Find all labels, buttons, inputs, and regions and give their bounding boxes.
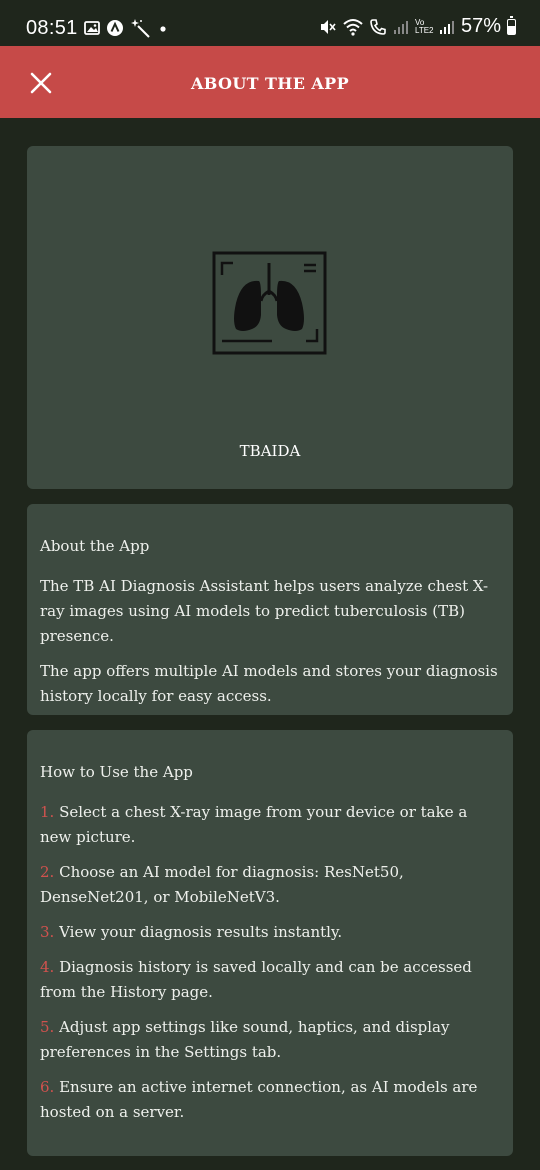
dot-icon <box>160 26 166 32</box>
step-text: Ensure an active internet connection, as… <box>40 1078 478 1121</box>
about-paragraph: The app offers multiple AI models and st… <box>40 662 498 705</box>
assistant-icon <box>107 20 123 36</box>
system-icons: Vo LTE2 57% <box>319 15 516 38</box>
signal-icon <box>439 20 454 34</box>
step-number: 6. <box>40 1078 55 1096</box>
step-number: 5. <box>40 1018 55 1036</box>
step-item: 1. Select a chest X-ray image from your … <box>40 800 500 850</box>
step-text: Diagnosis history is saved locally and c… <box>40 958 472 1001</box>
status-bar: 08:51 Vo LTE2 57% <box>0 0 540 46</box>
how-to-title: How to Use the App <box>40 763 193 781</box>
step-text: Adjust app settings like sound, haptics,… <box>40 1018 450 1061</box>
page-title: ABOUT THE APP <box>190 74 350 93</box>
wifi-icon <box>343 18 363 36</box>
step-number: 3. <box>40 923 55 941</box>
notification-icons <box>84 18 168 38</box>
network-label: Vo LTE2 <box>414 17 434 35</box>
gallery-icon <box>84 21 100 35</box>
call-icon <box>370 18 386 35</box>
app-name: TBAIDA <box>239 442 301 460</box>
step-item: 3. View your diagnosis results instantly… <box>40 920 500 945</box>
app-bar: ABOUT THE APP <box>0 46 540 118</box>
lungs-xray-icon <box>212 251 327 355</box>
step-item: 6. Ensure an active internet connection,… <box>40 1075 500 1125</box>
step-number: 1. <box>40 803 55 821</box>
step-number: 2. <box>40 863 55 881</box>
magic-wand-icon <box>131 19 150 38</box>
step-text: Select a chest X-ray image from your dev… <box>40 803 468 846</box>
about-paragraph: The TB AI Diagnosis Assistant helps user… <box>40 577 489 645</box>
step-text: Choose an AI model for diagnosis: ResNet… <box>40 863 404 906</box>
step-text: View your diagnosis results instantly. <box>59 923 343 941</box>
about-card: About the App The TB AI Diagnosis Assist… <box>27 504 513 715</box>
step-item: 5. Adjust app settings like sound, hapti… <box>40 1015 500 1065</box>
app-logo-card: TBAIDA <box>27 146 513 489</box>
step-item: 2. Choose an AI model for diagnosis: Res… <box>40 860 500 910</box>
battery-icon <box>507 15 516 35</box>
battery-percentage: 57% <box>460 15 501 37</box>
status-time: 08:51 <box>26 17 78 39</box>
signal-icon <box>393 20 408 34</box>
mute-icon <box>320 19 336 34</box>
step-item: 4. Diagnosis history is saved locally an… <box>40 955 500 1005</box>
how-to-card: How to Use the App 1. Select a chest X-r… <box>27 730 513 1156</box>
about-title: About the App <box>40 537 150 555</box>
step-number: 4. <box>40 958 55 976</box>
